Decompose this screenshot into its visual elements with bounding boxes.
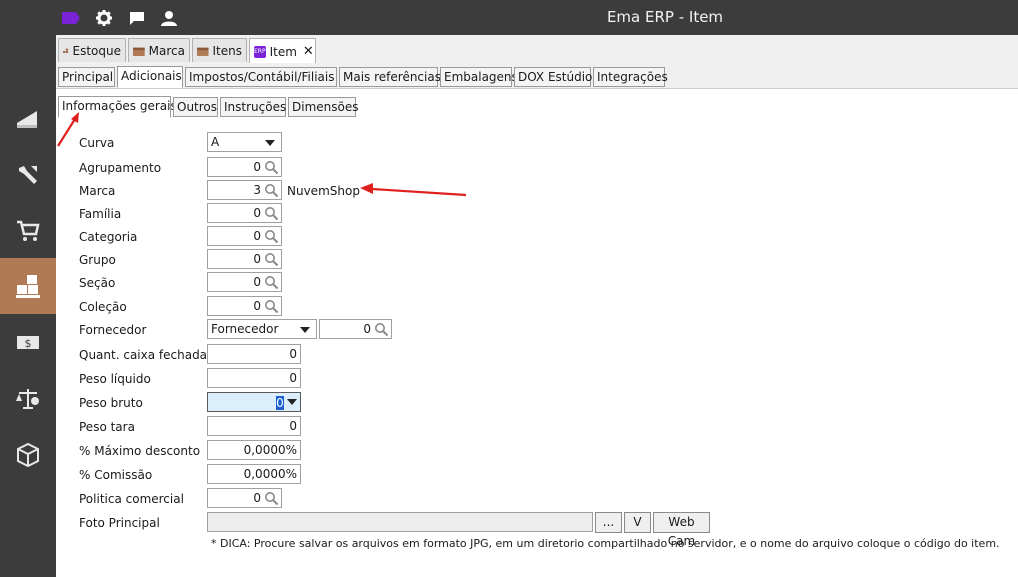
annotation-arrows [57, 112, 467, 197]
arrow-to-subtab-annotation [57, 112, 79, 147]
arrow-to-marca-annotation [360, 183, 467, 197]
